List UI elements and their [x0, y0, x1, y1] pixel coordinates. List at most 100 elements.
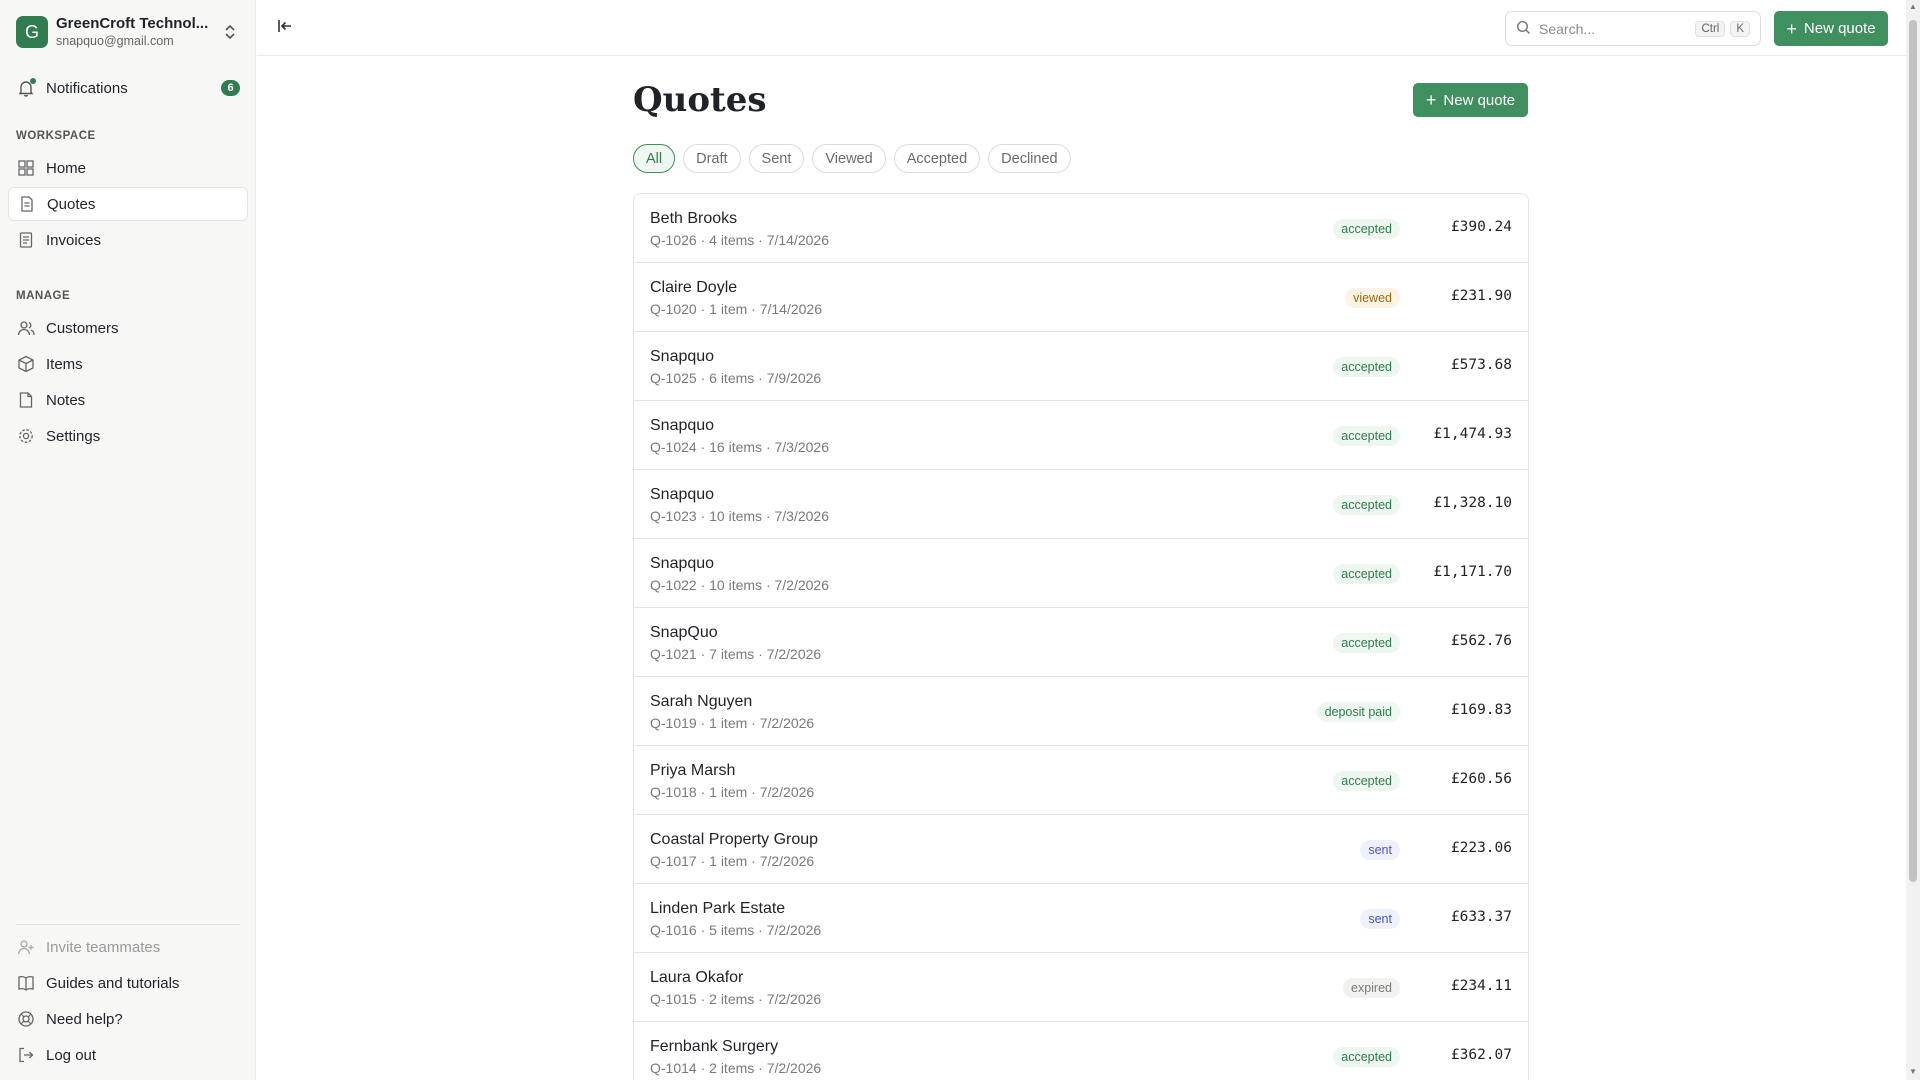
quote-row[interactable]: Claire Doyle Q-1020 · 1 item · 7/14/2026 v… — [634, 263, 1528, 332]
status-badge: sent — [1360, 909, 1400, 929]
note-icon — [16, 390, 36, 410]
quote-amount: £169.83 — [1450, 702, 1512, 718]
filter-accepted[interactable]: Accepted — [893, 144, 981, 173]
quote-customer-name: Coastal Property Group — [650, 831, 819, 848]
notifications-count-badge: 6 — [221, 80, 240, 96]
quote-row[interactable]: Sarah Nguyen Q-1019 · 1 item · 7/2/2026 de… — [634, 677, 1528, 746]
sidebar-item-label: Invoices — [46, 231, 102, 249]
quote-amount: £223.06 — [1450, 840, 1512, 856]
quote-amount: £390.24 — [1450, 219, 1512, 235]
notifications-item[interactable]: Notifications 6 — [8, 74, 248, 102]
quote-row[interactable]: Coastal Property Group Q-1017 · 1 item · … — [634, 815, 1528, 884]
quote-row[interactable]: Fernbank Surgery Q-1014 · 2 items · 7/2/2… — [634, 1022, 1528, 1080]
sidebar-item-customers[interactable]: Customers — [8, 311, 248, 345]
sidebar-item-label: Guides and tutorials — [46, 974, 180, 992]
quote-row[interactable]: Snapquo Q-1023 · 10 items · 7/3/2026 accep… — [634, 470, 1528, 539]
quote-meta: Q-1015 · 2 items · 7/2/2026 — [650, 991, 822, 1007]
sidebar-item-help[interactable]: Need help? — [8, 1002, 248, 1036]
gear-icon — [16, 426, 36, 446]
quote-amount: £260.56 — [1450, 771, 1512, 787]
quote-amount: £234.11 — [1450, 978, 1512, 994]
quote-row[interactable]: Snapquo Q-1024 · 16 items · 7/3/2026 accep… — [634, 401, 1528, 470]
status-badge: expired — [1343, 978, 1400, 998]
header-new-quote-button[interactable]: + New quote — [1774, 11, 1888, 46]
status-badge: accepted — [1333, 219, 1400, 239]
shortcut-ctrl-key: Ctrl — [1695, 20, 1726, 37]
shortcut-k-key: K — [1730, 20, 1750, 37]
search-input[interactable]: Search... Ctrl K — [1505, 11, 1761, 46]
filter-all[interactable]: All — [633, 144, 676, 173]
search-placeholder: Search... — [1539, 20, 1596, 37]
quote-row[interactable]: Snapquo Q-1022 · 10 items · 7/2/2026 accep… — [634, 539, 1528, 608]
quote-amount: £1,474.93 — [1433, 426, 1512, 442]
collapse-left-icon — [277, 18, 293, 39]
filter-sent[interactable]: Sent — [748, 144, 805, 173]
sidebar-item-notes[interactable]: Notes — [8, 383, 248, 417]
quote-customer-name: Beth Brooks — [650, 210, 738, 227]
plus-icon: + — [1425, 90, 1437, 110]
chevron-updown-icon[interactable] — [220, 18, 240, 46]
status-badge: accepted — [1333, 357, 1400, 377]
search-icon — [1516, 20, 1531, 38]
account-email: snapquo@gmail.com — [56, 34, 174, 48]
quote-row[interactable]: Snapquo Q-1025 · 6 items · 7/9/2026 accept… — [634, 332, 1528, 401]
sidebar-item-logout[interactable]: Log out — [8, 1038, 248, 1072]
quote-customer-name: Claire Doyle — [650, 279, 738, 296]
collapse-sidebar-button[interactable] — [273, 16, 297, 40]
quote-row[interactable]: Priya Marsh Q-1018 · 1 item · 7/2/2026 acc… — [634, 746, 1528, 815]
scroll-up-icon[interactable]: ▲ — [1909, 3, 1917, 11]
users-icon — [16, 318, 36, 338]
quote-amount: £1,171.70 — [1433, 564, 1512, 580]
filter-declined[interactable]: Declined — [988, 144, 1071, 173]
sidebar-item-invite-teammates[interactable]: Invite teammates — [8, 930, 248, 964]
receipt-icon — [16, 230, 36, 250]
filter-draft[interactable]: Draft — [683, 144, 741, 173]
box-icon — [16, 354, 36, 374]
quote-meta: Q-1016 · 5 items · 7/2/2026 — [650, 922, 822, 938]
quote-amount: £362.07 — [1450, 1047, 1512, 1063]
help-icon — [16, 1009, 36, 1029]
sidebar-item-label: Customers — [46, 319, 119, 337]
sidebar-item-label: Log out — [46, 1046, 97, 1064]
status-filters: All Draft Sent Viewed Accepted Declined — [633, 144, 1071, 173]
logout-icon — [16, 1045, 36, 1065]
page-scrollbar[interactable]: ▲ ▼ — [1906, 0, 1920, 1080]
workspace-section-label: WORKSPACE — [16, 130, 96, 142]
quote-row[interactable]: SnapQuo Q-1021 · 7 items · 7/2/2026 accept… — [634, 608, 1528, 677]
sidebar-item-guides[interactable]: Guides and tutorials — [8, 966, 248, 1000]
quote-row[interactable]: Beth Brooks Q-1026 · 4 items · 7/14/2026 a… — [634, 194, 1528, 263]
quote-row[interactable]: Linden Park Estate Q-1016 · 5 items · 7/2… — [634, 884, 1528, 953]
sidebar-item-settings[interactable]: Settings — [8, 419, 248, 453]
quotes-list: Beth Brooks Q-1026 · 4 items · 7/14/2026 a… — [633, 193, 1529, 1080]
notifications-label: Notifications — [46, 79, 128, 97]
quote-meta: Q-1021 · 7 items · 7/2/2026 — [650, 646, 822, 662]
status-badge: accepted — [1333, 771, 1400, 791]
sidebar-item-home[interactable]: Home — [8, 151, 248, 185]
sidebar-item-invoices[interactable]: Invoices — [8, 223, 248, 257]
quote-customer-name: Snapquo — [650, 555, 715, 572]
status-badge: accepted — [1333, 495, 1400, 515]
new-quote-button[interactable]: + New quote — [1413, 83, 1528, 117]
top-bar: Search... Ctrl K + New quote — [257, 0, 1920, 56]
sidebar-item-quotes[interactable]: Quotes — [8, 187, 248, 221]
new-quote-label: New quote — [1803, 20, 1876, 37]
quote-customer-name: Priya Marsh — [650, 762, 736, 779]
quote-row[interactable]: Laura Okafor Q-1015 · 2 items · 7/2/2026 e… — [634, 953, 1528, 1022]
sidebar-item-label: Settings — [46, 427, 101, 445]
quote-meta: Q-1024 · 16 items · 7/3/2026 — [650, 439, 829, 455]
quote-amount: £562.76 — [1450, 633, 1512, 649]
scrollbar-thumb[interactable] — [1909, 20, 1917, 882]
quote-customer-name: Snapquo — [650, 417, 715, 434]
status-badge: sent — [1360, 840, 1400, 860]
account-switcher[interactable]: G GreenCroft Technol... snapquo@gmail.co… — [16, 14, 240, 50]
filter-viewed[interactable]: Viewed — [812, 144, 886, 173]
quote-meta: Q-1018 · 1 item · 7/2/2026 — [650, 784, 815, 800]
sidebar-item-label: Quotes — [47, 195, 96, 213]
account-name: GreenCroft Technol... — [56, 15, 209, 32]
book-icon — [16, 973, 36, 993]
sidebar-divider — [16, 924, 240, 925]
scroll-down-icon[interactable]: ▼ — [1909, 1068, 1917, 1076]
quote-customer-name: Sarah Nguyen — [650, 693, 753, 710]
sidebar-item-items[interactable]: Items — [8, 347, 248, 381]
user-plus-icon — [16, 937, 36, 957]
